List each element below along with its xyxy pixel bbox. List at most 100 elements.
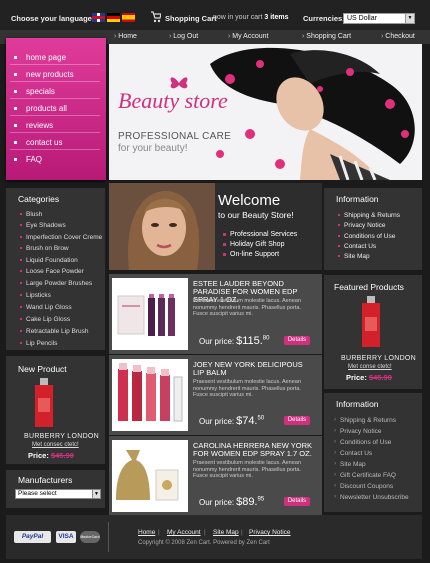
price-value: $74.50 (236, 415, 265, 427)
visa-logo: VISA (56, 531, 76, 543)
info-link[interactable]: Discount Coupons (334, 482, 393, 490)
product-image[interactable] (112, 278, 188, 350)
flag-spanish-icon[interactable] (122, 13, 135, 22)
nav-checkout[interactable]: Checkout (381, 33, 415, 40)
chevron-down-icon: ▼ (405, 14, 414, 23)
cart-label[interactable]: Shopping Cart (165, 14, 217, 23)
currency-select[interactable]: US Dollar ▼ (343, 13, 415, 24)
info-link[interactable]: Conditions of Use (337, 233, 395, 240)
welcome-item[interactable]: On-line Support (222, 251, 279, 258)
details-button[interactable]: Details (284, 497, 310, 506)
welcome-item[interactable]: Holiday Gift Shop (222, 241, 284, 248)
info-link[interactable]: Site Map (338, 253, 370, 260)
category-link[interactable]: Imperfection Cover Creme (19, 234, 102, 241)
price-value: $89.95 (236, 496, 265, 508)
currency-value: US Dollar (347, 15, 377, 22)
cart-status-text: now in your cart (213, 14, 263, 21)
product-image[interactable] (112, 359, 188, 431)
new-product-note[interactable]: Met consec ctetc! (32, 442, 79, 448)
product-title[interactable]: CAROLINA HERRERA NEW YORK FOR WOMEN EDP … (193, 442, 319, 458)
banner-tagline: PROFESSIONAL CARE (118, 131, 232, 142)
footer-link-account[interactable]: My Account (167, 529, 201, 536)
category-link[interactable]: Lip Pencils (19, 340, 57, 347)
cart-count: 3 items (264, 14, 289, 21)
information-title: Information (336, 194, 379, 204)
footer-link-privacy[interactable]: Privacy Notice (249, 529, 291, 536)
category-link[interactable]: Brush on Brow (20, 245, 69, 252)
price-label: Our price: (199, 498, 235, 507)
price-label: Price: (28, 451, 49, 460)
sidenav-new-products[interactable]: new products (10, 66, 100, 82)
footer-link-sitemap[interactable]: Site Map (213, 529, 239, 536)
flag-english-icon[interactable] (92, 13, 105, 22)
product-price: Our price: $89.95 (199, 496, 264, 508)
category-link[interactable]: Liquid Foundation (20, 257, 78, 264)
banner-subtagline: for your beauty! (118, 143, 188, 154)
mastercard-logo: MasterCard (80, 531, 100, 543)
categories-title: Categories (18, 194, 60, 204)
info-link[interactable]: Contact Us (337, 243, 376, 250)
store-logo[interactable]: Beauty store (118, 88, 228, 114)
sidenav-reviews[interactable]: reviews (10, 117, 100, 133)
welcome-heading: Welcome (218, 192, 281, 209)
category-link[interactable]: Loose Face Powder (20, 268, 84, 275)
price-label: Our price: (199, 337, 235, 346)
welcome-item[interactable]: Professional Services (222, 231, 297, 238)
category-link[interactable]: Blush (19, 211, 42, 218)
new-product-price: Price: $45.90 (28, 451, 74, 460)
category-link[interactable]: Retractable Lip Brush (20, 328, 89, 335)
price-label: Price: (346, 373, 367, 382)
product-title[interactable]: JOEY NEW YORK DELICIPOUS LIP BALM (193, 361, 313, 377)
category-link[interactable]: Cake Lip Gloss (19, 316, 70, 323)
category-link[interactable]: Eye Shadows (20, 222, 66, 229)
nav-logout[interactable]: Log Out (169, 33, 198, 40)
manufacturers-title: Manufacturers (18, 475, 73, 485)
product-description: Praesent vestibulum molestie lacus. Aene… (193, 460, 301, 479)
category-link[interactable]: Lipsticks (20, 292, 51, 299)
new-product-brand[interactable]: BURBERRY LONDON (24, 433, 99, 440)
info-link[interactable]: Privacy Notice (334, 427, 381, 435)
product-price: Our price: $74.50 (199, 415, 264, 427)
nav-home[interactable]: Home (114, 33, 137, 40)
info-link[interactable]: Privacy Notice (338, 222, 386, 229)
info-link[interactable]: Newsletter Unsubscribe (334, 493, 409, 501)
info-link[interactable]: Shipping & Returns (334, 416, 396, 424)
product-description: Praesent vestibulum molestie lacus. Aene… (193, 298, 301, 317)
info-link[interactable]: Shipping & Returns (337, 212, 400, 219)
info-link[interactable]: Gift Certificate FAQ (334, 471, 396, 479)
product-description: Praesent vestibulum molestie lacus. Aene… (193, 379, 301, 398)
manufacturers-select-value: Please select (18, 490, 57, 497)
info-link[interactable]: Contact Us (334, 449, 372, 457)
currency-label: Currencies: (303, 14, 345, 23)
info-link[interactable]: Site Map (334, 460, 366, 468)
cart-icon[interactable] (150, 11, 161, 23)
category-link[interactable]: Wand Lip Gloss (20, 304, 72, 311)
footer-separator: | (158, 529, 160, 536)
sidenav-contact-us[interactable]: contact us (10, 134, 100, 150)
manufacturers-select[interactable]: Please select ▼ (15, 489, 101, 499)
perfume-bottle-image[interactable] (360, 296, 382, 348)
welcome-subheading: to our Beauty Store! (218, 210, 294, 220)
footer-separator: | (241, 529, 243, 536)
new-product-title: New Product (18, 364, 67, 374)
perfume-bottle-image[interactable] (33, 378, 55, 428)
sidenav-home-page[interactable]: home page (10, 49, 100, 65)
price-value: $45.90 (368, 373, 392, 382)
flag-german-icon[interactable] (107, 13, 120, 22)
category-link[interactable]: Large Powder Brushes (19, 280, 92, 287)
details-button[interactable]: Details (284, 416, 310, 425)
price-value: $115.80 (236, 335, 270, 347)
featured-note[interactable]: Met conse ctetc! (348, 364, 392, 370)
product-image[interactable] (112, 440, 188, 512)
info-link[interactable]: Conditions of Use (334, 438, 391, 446)
details-button[interactable]: Details (284, 336, 310, 345)
nav-account[interactable]: My Account (228, 33, 268, 40)
sidenav-faq[interactable]: FAQ (10, 151, 100, 167)
nav-cart[interactable]: Shopping Cart (302, 33, 351, 40)
sidenav-products-all[interactable]: products all (10, 100, 100, 116)
paypal-logo: PayPal (14, 531, 51, 543)
price-value: $45.90 (50, 451, 74, 460)
sidenav-specials[interactable]: specials (10, 83, 100, 99)
footer-link-home[interactable]: Home (138, 529, 155, 536)
featured-brand[interactable]: BURBERRY LONDON (341, 355, 416, 362)
